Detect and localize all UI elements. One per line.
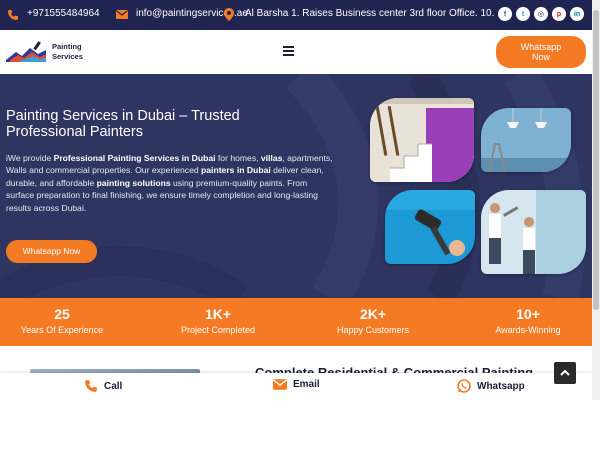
stat-number: 1K+: [204, 306, 232, 322]
twitter-icon[interactable]: t: [516, 7, 530, 21]
phone-icon: [8, 10, 18, 20]
phone-number-link[interactable]: +971555484964: [27, 8, 100, 19]
pinterest-icon[interactable]: p: [552, 7, 566, 21]
stat-label: Project Completed: [180, 325, 256, 335]
hero-image-blue-room: [481, 108, 571, 172]
stat-label: Happy Customers: [336, 325, 410, 335]
stat-number: 2K+: [359, 306, 387, 322]
scroll-to-top-button[interactable]: [554, 362, 576, 384]
call-label: Call: [104, 380, 123, 392]
instagram-icon[interactable]: ◎: [534, 7, 548, 21]
menu-toggle-icon[interactable]: [283, 46, 294, 56]
stat-label: Awards-Winning: [495, 325, 561, 335]
hero-bold-3: painters in Dubai: [201, 165, 271, 176]
email-icon: [273, 379, 287, 390]
top-contact-bar: +971555484964 info@paintingservices.ae A…: [0, 0, 592, 30]
linkedin-icon[interactable]: in: [570, 7, 584, 21]
empty-area: [0, 400, 600, 450]
hero-title: Painting Services in Dubai – Trusted Pro…: [6, 108, 240, 140]
logo-line-1: Painting: [52, 42, 82, 51]
social-links: f t ◎ p in: [498, 7, 584, 21]
stat-label: Years Of Experience: [20, 325, 104, 335]
page-scrollbar[interactable]: [592, 0, 600, 400]
whatsapp-button[interactable]: Whatsapp: [457, 379, 525, 393]
whatsapp-button-line-1: Whatsapp: [520, 42, 562, 52]
scrollbar-thumb[interactable]: [593, 10, 599, 310]
whatsapp-icon: [457, 379, 471, 393]
location-pin-icon: [224, 8, 234, 21]
whatsapp-button-line-2: Now: [531, 52, 550, 62]
email-icon: [116, 10, 128, 19]
stat-number: 10+: [516, 306, 540, 322]
bottom-action-bar: Call Email Whatsapp: [0, 373, 592, 400]
hero-section: Painting Services in Dubai – Trusted Pro…: [0, 74, 592, 298]
hero-image-stairs: [370, 98, 474, 182]
chevron-up-icon: [560, 369, 570, 376]
call-button[interactable]: Call: [84, 379, 122, 393]
phone-icon: [85, 380, 97, 392]
stat-experience: 25 Years Of Experience: [0, 305, 132, 336]
site-logo[interactable]: [6, 40, 50, 64]
hero-description: iWe provide Professional Painting Servic…: [6, 152, 336, 214]
stat-number: 25: [54, 306, 70, 322]
facebook-icon[interactable]: f: [498, 7, 512, 21]
site-header: Painting Services Whatsapp Now: [0, 30, 592, 74]
address-text: Al Barsha 1. Raises Business center 3rd …: [245, 8, 495, 19]
hero-bold-1: Professional Painting Services in Dubai: [53, 153, 216, 163]
hero-text-1: iWe provide: [6, 153, 54, 163]
email-button[interactable]: Email: [273, 379, 320, 390]
logo-line-2: Services: [52, 52, 83, 61]
stat-projects: 1K+ Project Completed: [148, 305, 288, 336]
hero-image-roller: [385, 190, 475, 264]
logo-text: Painting Services: [52, 42, 83, 62]
email-label: Email: [293, 379, 320, 390]
hero-whatsapp-button[interactable]: Whatsapp Now: [6, 240, 97, 263]
hero-image-painters: [481, 190, 586, 274]
stats-bar: 25 Years Of Experience 1K+ Project Compl…: [0, 298, 592, 346]
hero-bold-4: painting solutions: [96, 177, 171, 188]
stat-customers: 2K+ Happy Customers: [303, 305, 443, 336]
hero-bold-2: villas: [260, 153, 283, 163]
whatsapp-label: Whatsapp: [477, 380, 525, 392]
stat-awards: 10+ Awards-Winning: [458, 305, 598, 336]
hero-text-2: for homes,: [215, 153, 261, 163]
whatsapp-now-header-button[interactable]: Whatsapp Now: [496, 36, 586, 68]
